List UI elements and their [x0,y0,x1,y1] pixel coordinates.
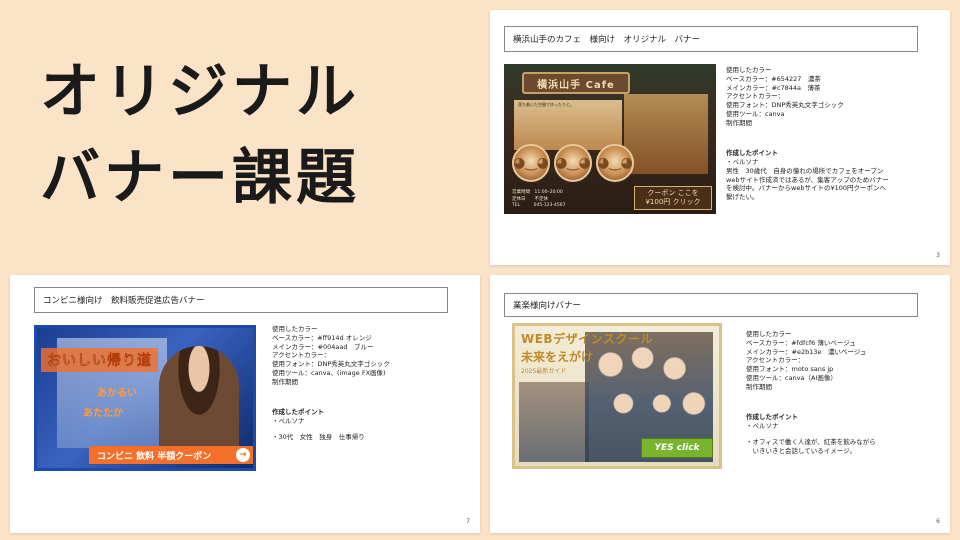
slide-header: コンビニ様向け 飲料販売促進広告バナー [34,287,448,313]
info-row: メインカラー：#e2b13e 濃いベージュ [746,347,867,356]
points-row: ・オフィスで働く人達が、紅茶を飲みながら [746,437,876,446]
web-school-title: WEBデザインスクール [521,332,653,346]
info-row: 使用ツール：canva、(image FX画像) [272,368,386,377]
latte-art-cat-icon: ◕‿◕ [596,144,634,182]
points-row: 男性 30歳代 自身の憧れの場所でカフェをオープン [726,166,884,175]
page-number: 7 [466,518,470,525]
konbini-coupon-button[interactable]: コンビニ 飲料 半額クーポン → [89,446,253,464]
points-heading: 作成したポイント [726,149,778,158]
slide-konbini: コンビニ様向け 飲料販売促進広告バナー おいしい帰り道 あかるい あたたか コン… [10,275,480,533]
page-number: 6 [936,518,940,525]
points-row: いきいきと会話しているイメージ。 [746,446,856,455]
cafe-store-info: 営業時間 11:00–20:00 定休日 不定休 TEL 045-123-456… [512,190,565,210]
latte-art-cat-icon: ◕‿◕ [512,144,550,182]
cafe-info-line: TEL 045-123-4567 [512,203,566,209]
konbini-person-image [159,346,239,458]
info-row: 制作期間 [272,377,298,386]
points-row: を検討中。バナーからwebサイトの¥100円クーポンへ [726,184,886,193]
konbini-banner: おいしい帰り道 あかるい あたたか コンビニ 飲料 半額クーポン → [34,325,256,471]
cafe-window-text: 落ち着いた空間でゆったりと。 [518,102,574,107]
page-title-line2: バナー課題 [40,143,360,213]
slide-info: 使用したカラー ベースカラー：#fdfcf6 薄いベージュ メインカラー：#e2… [746,330,942,455]
cafe-banner: 横浜山手 Cafe 落ち着いた空間でゆったりと。 ◕‿◕ ◕‿◕ ◕‿◕ 営業時… [504,64,716,214]
info-row: 使用したカラー [746,330,792,338]
info-row: 使用ツール：canva [726,109,785,118]
info-row: 使用フォント：moto sans jp [746,365,834,374]
info-row: 制作期間 [726,118,752,127]
points-row: 繋げたい。 [726,193,759,202]
info-row: ベースカラー：#ff914d オレンジ [272,333,372,342]
info-row: ベースカラー：#fdfcf6 薄いベージュ [746,338,856,347]
info-row: 使用フォント：DNP秀英丸文字ゴシック [272,360,390,369]
latte-art-cat-icon: ◕‿◕ [554,144,592,182]
info-row: 使用フォント：DNP秀英丸文字ゴシック [726,101,844,110]
cafe-coupon-line1: クーポン ここを [647,189,699,197]
page-title-line1: オリジナル [40,57,360,127]
points-heading: 作成したポイント [272,408,324,417]
page-number: 3 [936,252,940,259]
info-row: メインカラー：#004aad ブルー [272,342,374,351]
konbini-title: おいしい帰り道 [41,348,158,372]
arrow-right-icon: → [236,448,250,462]
info-row: 使用したカラー [272,325,318,333]
konbini-coupon-label: コンビニ 飲料 半額クーポン [97,451,212,462]
slide-info: 使用したカラー ベースカラー：#654227 濃茶 メインカラー：#c7844a… [726,66,936,202]
cafe-sign: 横浜山手 Cafe [522,72,630,94]
points-row: ・ペルソナ [272,417,305,426]
slide-web-school: 業楽様向けバナー WEBデザインスクール 未来をえがけ 2025最新ガイド YE… [490,275,950,533]
yes-click-button[interactable]: YES click [641,438,713,458]
cafe-interior-image [624,94,708,174]
info-row: 使用ツール：canva（AI画像） [746,373,837,382]
cafe-coupon-line2: ¥100円 クリック [645,198,701,207]
cafe-info-line: 営業時間 11:00–20:00 [512,189,563,195]
slide-cafe: 横浜山手のカフェ 様向け オリジナル バナー 横浜山手 Cafe 落ち着いた空間… [490,10,950,265]
slide-info: 使用したカラー ベースカラー：#ff914d オレンジ メインカラー：#004a… [272,325,472,442]
info-row: 使用したカラー [726,66,772,74]
slide-header: 業楽様向けバナー [504,293,918,317]
points-row: ・30代 女性 独身 仕事帰り [272,432,365,441]
web-school-banner: WEBデザインスクール 未来をえがけ 2025最新ガイド YES click [512,323,722,469]
konbini-sub2: あたたか [83,408,123,419]
web-school-sub: 未来をえがけ [521,350,594,364]
info-row: ベースカラー：#654227 濃茶 [726,74,821,83]
points-heading: 作成したポイント [746,413,798,422]
info-row: アクセントカラー： [272,351,331,360]
web-school-guide: 2025最新ガイド [521,368,567,375]
info-row: アクセントカラー： [726,92,785,101]
points-row: ・ペルソナ [746,422,779,431]
info-row: メインカラー：#c7844a 薄茶 [726,83,821,92]
konbini-sub1: あかるい [97,388,137,399]
info-row: 制作期間 [746,382,772,391]
cafe-coupon-button[interactable]: クーポン ここを ¥100円 クリック [634,186,712,210]
info-row: アクセントカラー： [746,356,805,365]
points-row: ・ペルソナ [726,158,759,167]
slide-header: 横浜山手のカフェ 様向け オリジナル バナー [504,26,918,52]
web-left-people-image [519,382,589,462]
